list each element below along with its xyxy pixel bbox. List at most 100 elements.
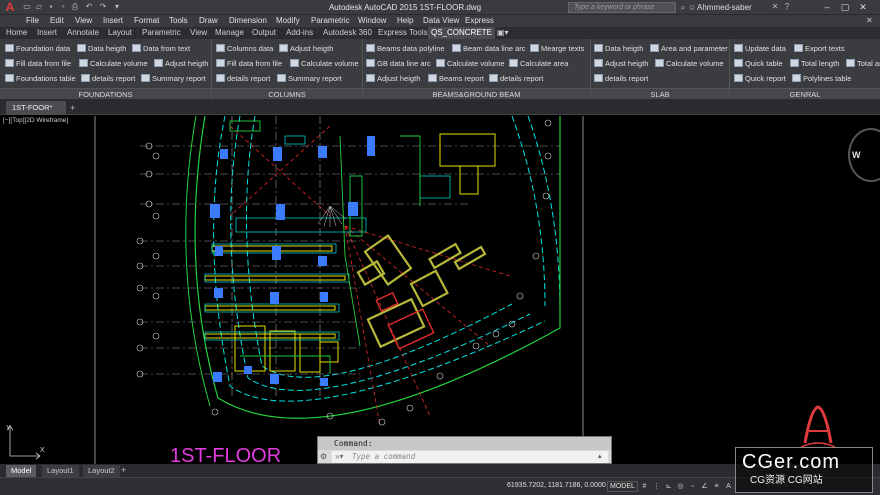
menu-parametric[interactable]: Parametric	[311, 15, 350, 27]
menu-data-view[interactable]: Data View	[423, 15, 459, 27]
tab-qs-concrete[interactable]: QS_CONCRETE	[428, 27, 495, 39]
viewcube-west-label[interactable]: W	[852, 150, 861, 160]
tab-parametric[interactable]: Parametric	[139, 27, 184, 39]
osnap-icon[interactable]: ▫	[688, 482, 697, 491]
otrack-icon[interactable]: ∠	[700, 482, 709, 491]
details-report-button[interactable]: details report	[81, 72, 135, 85]
beam-data-line-arc-button[interactable]: Beam data line arc	[452, 42, 526, 55]
beams-calculate-volume-button[interactable]: Calculate volume	[436, 57, 505, 70]
fill-data-from-file-button[interactable]: Fill data from file	[5, 57, 71, 70]
polylines-table-button[interactable]: Polylines table	[792, 72, 851, 85]
menu-draw[interactable]: Draw	[199, 15, 218, 27]
tab-express-tools[interactable]: Express Tools	[375, 27, 431, 39]
tab-layout[interactable]: Layout	[105, 27, 135, 39]
autocad-logo-icon[interactable]: A	[2, 1, 18, 14]
annotation-icon[interactable]: A	[724, 482, 733, 491]
redo-icon[interactable]: ↷	[98, 2, 108, 12]
menu-format[interactable]: Format	[134, 15, 159, 27]
tab-extra-icon[interactable]: ▣▾	[494, 27, 512, 39]
columns-calculate-volume-button[interactable]: Calculate volume	[290, 57, 359, 70]
document-tab[interactable]: 1ST-FOOR*	[6, 101, 66, 115]
menu-modify[interactable]: Modify	[276, 15, 300, 27]
open-icon[interactable]: ▱	[34, 2, 44, 12]
slab-data-heigth-button[interactable]: Data heigth	[594, 42, 643, 55]
menu-view[interactable]: View	[75, 15, 92, 27]
dropdown-icon[interactable]: ▾	[112, 2, 122, 12]
calculate-area-button[interactable]: Calculate area	[509, 57, 568, 70]
search-input[interactable]: Type a keyword or phrase	[568, 2, 676, 13]
beams-adjust-heigth-button[interactable]: Adjust heigth	[366, 72, 420, 85]
command-history-toggle-icon[interactable]: ▴	[598, 452, 608, 462]
foundations-table-button[interactable]: Foundations table	[5, 72, 76, 85]
menu-window[interactable]: Window	[358, 15, 386, 27]
lineweight-icon[interactable]: ≡	[712, 482, 721, 491]
total-length-button[interactable]: Total length	[790, 57, 839, 70]
area-and-parameter-button[interactable]: Area and parameter	[650, 42, 728, 55]
tab-output[interactable]: Output	[249, 27, 279, 39]
saveas-icon[interactable]: ▫	[58, 2, 68, 12]
slab-details-report-button[interactable]: details report	[594, 72, 648, 85]
tab-view[interactable]: View	[187, 27, 210, 39]
tab-layout1[interactable]: Layout1	[42, 465, 79, 477]
columns-details-report-button[interactable]: details report	[216, 72, 270, 85]
model-space-button[interactable]: MODEL	[607, 481, 638, 492]
grid-icon[interactable]: #	[640, 482, 649, 491]
close-icon[interactable]: ✕	[856, 1, 870, 14]
undo-icon[interactable]: ↶	[84, 2, 94, 12]
foundation-data-button[interactable]: Foundation data	[5, 42, 70, 55]
add-layout-icon[interactable]: +	[121, 465, 126, 475]
tab-layout2[interactable]: Layout2	[83, 465, 120, 477]
columns-data-button[interactable]: Columns data	[216, 42, 273, 55]
tab-manage[interactable]: Manage	[212, 27, 247, 39]
slab-adjust-heigth-button[interactable]: Adjust heigth	[594, 57, 648, 70]
tab-home[interactable]: Home	[3, 27, 30, 39]
snap-icon[interactable]: ⋮	[652, 482, 661, 491]
beams-data-polyline-button[interactable]: Beams data polyline	[366, 42, 445, 55]
new-tab-icon[interactable]: +	[70, 103, 80, 113]
ortho-icon[interactable]: ⊾	[664, 482, 673, 491]
summary-report-button[interactable]: Summary report	[141, 72, 206, 85]
menu-express[interactable]: Express	[465, 15, 494, 27]
maximize-icon[interactable]: ▢	[838, 1, 852, 14]
user-name[interactable]: Ahmmed-saber	[697, 2, 767, 13]
menu-insert[interactable]: Insert	[103, 15, 123, 27]
beams-details-report-button[interactable]: details report	[489, 72, 543, 85]
columns-adjust-heigth-button[interactable]: Adjust heigth	[279, 42, 333, 55]
slab-calculate-volume-button[interactable]: Calculate volume	[655, 57, 724, 70]
tab-autodesk-360[interactable]: Autodesk 360	[320, 27, 375, 39]
help-icon[interactable]: ?	[782, 2, 792, 12]
new-icon[interactable]: ▭	[22, 2, 32, 12]
update-data-button[interactable]: Update data	[734, 42, 786, 55]
export-texts-button[interactable]: Export texts	[794, 42, 845, 55]
tab-annotate[interactable]: Annotate	[64, 27, 102, 39]
columns-summary-report-button[interactable]: Summary report	[277, 72, 342, 85]
menu-file[interactable]: File	[26, 15, 39, 27]
gb-data-line-arc-button[interactable]: GB data line arc	[366, 57, 431, 70]
menu-help[interactable]: Help	[397, 15, 413, 27]
minimize-icon[interactable]: –	[820, 1, 834, 14]
coordinate-readout[interactable]: 61935.7202, 1181.7186, 0.0000	[507, 482, 606, 489]
tab-insert[interactable]: Insert	[34, 27, 60, 39]
command-settings-icon[interactable]: ⚙	[320, 452, 330, 462]
menu-tools[interactable]: Tools	[169, 15, 188, 27]
quick-table-button[interactable]: Quick table	[734, 57, 783, 70]
data-heigth-button[interactable]: Data heigth	[77, 42, 126, 55]
mearge-texts-button[interactable]: Mearge texts	[530, 42, 584, 55]
menu-dimension[interactable]: Dimension	[229, 15, 267, 27]
adjust-heigth-button[interactable]: Adjust heigth	[154, 57, 208, 70]
search-icon[interactable]: ⌕	[678, 2, 688, 13]
polar-icon[interactable]: ◎	[676, 482, 685, 491]
save-icon[interactable]: ▪	[46, 2, 56, 12]
menu-close-icon[interactable]: ✕	[866, 16, 873, 25]
print-icon[interactable]: ⎙	[70, 2, 80, 12]
command-input[interactable]: Type a command	[332, 451, 608, 463]
tab-add-ins[interactable]: Add-ins	[283, 27, 316, 39]
tab-model[interactable]: Model	[6, 465, 37, 477]
exchange-icon[interactable]: ✕	[770, 2, 780, 12]
menu-edit[interactable]: Edit	[50, 15, 64, 27]
total-area-button[interactable]: Total ar	[846, 57, 880, 70]
calculate-volume-button[interactable]: Calculate volume	[79, 57, 148, 70]
drawing-viewport[interactable]: Y X	[0, 116, 880, 464]
quick-report-button[interactable]: Quick report	[734, 72, 786, 85]
viewport-controls-label[interactable]: [−][Top][2D Wireframe]	[3, 117, 68, 124]
